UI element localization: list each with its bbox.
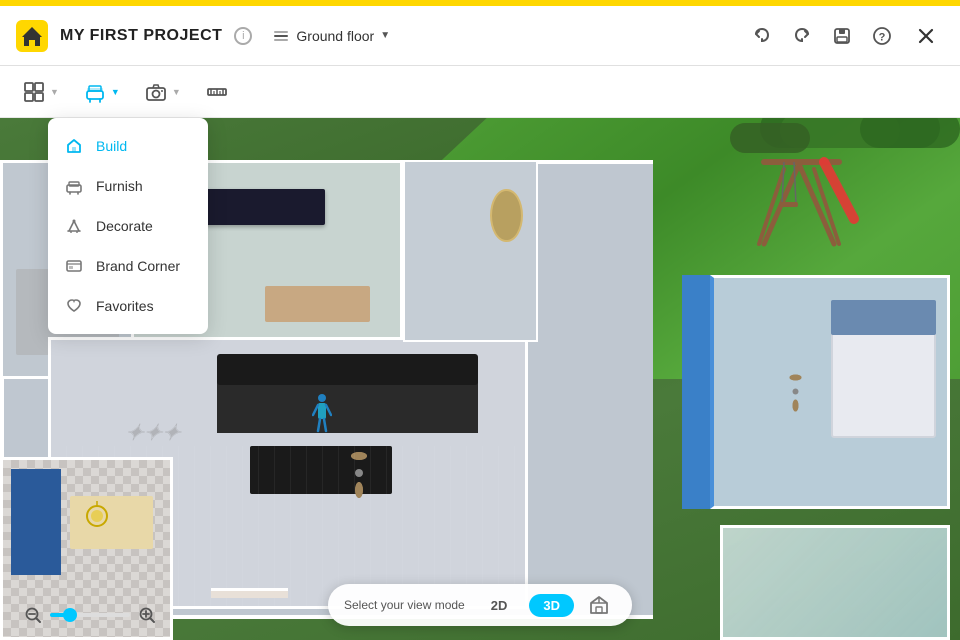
- build-icon: [64, 136, 84, 156]
- zoom-in-button[interactable]: [138, 606, 156, 624]
- furnish-chevron: ▼: [111, 87, 120, 97]
- brand-corner-label: Brand Corner: [96, 258, 180, 274]
- hallway: [403, 160, 537, 343]
- furnish-icon: [83, 80, 107, 104]
- zoom-out-button[interactable]: [24, 606, 42, 624]
- save-icon: [832, 26, 852, 46]
- view-2d-button[interactable]: 2D: [477, 594, 522, 617]
- header: MY FIRST PROJECT i Ground floor ▼: [0, 6, 960, 66]
- camera-tool-button[interactable]: ▼: [134, 74, 191, 110]
- save-button[interactable]: [824, 18, 860, 54]
- zoom-slider-track[interactable]: [50, 613, 130, 617]
- menu-item-furnish[interactable]: Furnish: [48, 166, 208, 206]
- decorate-icon: [64, 216, 84, 236]
- measure-tool-button[interactable]: [195, 74, 239, 110]
- brand-corner-icon: [64, 256, 84, 276]
- camera-chevron: ▼: [172, 87, 181, 97]
- floor-plan-chevron: ▼: [50, 87, 59, 97]
- door-bottom-left: [211, 588, 288, 598]
- measure-icon: [205, 80, 229, 104]
- bathroom-area: [720, 525, 950, 640]
- decorate-label: Decorate: [96, 218, 153, 234]
- menu-item-brand-corner[interactable]: Brand Corner: [48, 246, 208, 286]
- redo-button[interactable]: [784, 18, 820, 54]
- view-mode-label: Select your view mode: [344, 598, 465, 612]
- info-button[interactable]: i: [234, 27, 252, 45]
- view-mode-selector: Select your view mode 2D 3D: [328, 584, 632, 626]
- floor-plan-tool-button[interactable]: ▼: [12, 74, 69, 110]
- help-icon: ?: [872, 26, 892, 46]
- help-button[interactable]: ?: [864, 18, 900, 54]
- floor-selector[interactable]: Ground floor ▼: [264, 23, 398, 49]
- dollhouse-icon: [588, 594, 610, 616]
- floor-label: Ground floor: [296, 28, 374, 44]
- furnish-tool-button[interactable]: ▼: [73, 74, 130, 110]
- zoom-thumb[interactable]: [63, 608, 77, 622]
- zoom-controls: [24, 606, 156, 624]
- menu-item-build[interactable]: Build: [48, 126, 208, 166]
- chandelier: [77, 496, 117, 536]
- view-3d-button[interactable]: 3D: [529, 594, 574, 617]
- close-button[interactable]: [908, 18, 944, 54]
- menu-item-favorites[interactable]: Favorites: [48, 286, 208, 326]
- furnish-menu-icon: [64, 176, 84, 196]
- person-figure: [312, 393, 332, 433]
- floor-chevron-icon: ▼: [380, 30, 390, 41]
- floor-plan-icon: [22, 80, 46, 104]
- floor-art: ✦✦✦: [125, 405, 240, 457]
- furnish-label: Furnish: [96, 178, 143, 194]
- zoom-in-icon: [138, 606, 156, 624]
- menu-item-decorate[interactable]: Decorate: [48, 206, 208, 246]
- playground-equipment: [744, 144, 864, 254]
- svg-text:✦✦✦: ✦✦✦: [125, 420, 184, 445]
- favorites-label: Favorites: [96, 298, 154, 314]
- camera-icon: [144, 80, 168, 104]
- undo-button[interactable]: [744, 18, 780, 54]
- redo-icon: [792, 26, 812, 46]
- project-title: MY FIRST PROJECT: [60, 27, 222, 45]
- favorites-icon: [64, 296, 84, 316]
- home-logo-icon: [16, 20, 48, 52]
- toolbar: ▼ ▼ ▼: [0, 66, 960, 118]
- view-doll-button[interactable]: [582, 592, 616, 618]
- build-label: Build: [96, 138, 127, 154]
- floor-selector-icon: [272, 27, 290, 45]
- blue-door-wall: [682, 275, 711, 510]
- svg-text:?: ?: [879, 31, 886, 43]
- furnish-dropdown-menu: Build Furnish: [48, 118, 208, 334]
- undo-icon: [752, 26, 772, 46]
- right-bedroom: [710, 275, 950, 510]
- close-icon: [916, 26, 936, 46]
- zoom-out-icon: [24, 606, 42, 624]
